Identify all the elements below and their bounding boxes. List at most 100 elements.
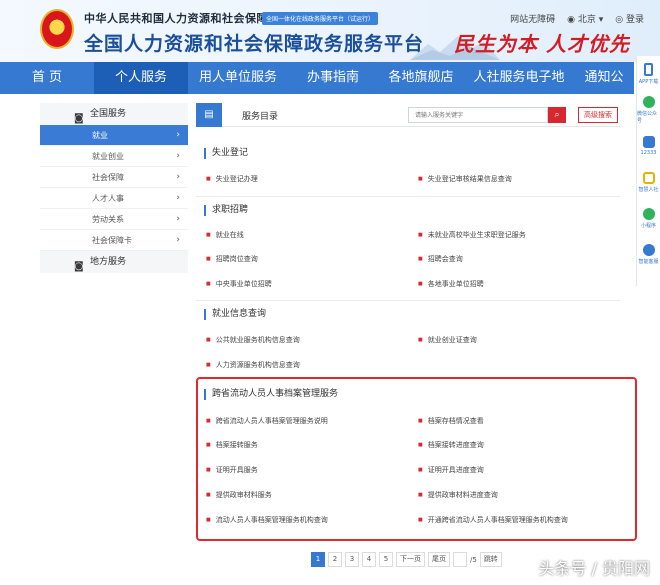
pagination: 1 2 3 4 5 下一页 尾页 /5 跳转 [311, 552, 502, 567]
service-link[interactable]: 失业登记办理 [206, 174, 258, 184]
page-button-5[interactable]: 5 [379, 552, 393, 567]
nav-guide[interactable]: 办事指南 [288, 62, 378, 94]
site-header: 中华人民共和国人力资源和社会保障部 全国一体化在线政务服务平台（试运行） 全国人… [0, 0, 660, 62]
advanced-search-button[interactable]: 高级搜索 [578, 107, 618, 123]
nav-local-stores[interactable]: 各地旗舰店 [378, 62, 464, 94]
service-link[interactable]: 提供政审材料进度查询 [418, 490, 498, 500]
service-link[interactable]: 人力资源服务机构信息查询 [206, 360, 300, 370]
search-button[interactable]: ⌕ [548, 107, 566, 123]
sidebar-item-label: 社会保障 [92, 173, 124, 182]
service-link[interactable]: 跨省流动人员人事档案管理服务说明 [206, 416, 328, 426]
main-nav: 首 页 个人服务 用人单位服务 办事指南 各地旗舰店 人社服务电子地 通知公 [0, 62, 634, 94]
section-divider [196, 196, 620, 197]
page-button-2[interactable]: 2 [328, 552, 342, 567]
service-link[interactable]: 中央事业单位招聘 [206, 279, 272, 289]
float-smart-hr[interactable]: 智慧人社 [637, 164, 660, 200]
login-label: 登录 [625, 15, 644, 25]
sidebar-item-social-security[interactable]: 社会保障 › [40, 167, 188, 188]
float-label: 微信公众号 [637, 111, 658, 124]
hotline-icon [642, 136, 655, 148]
go-button[interactable]: 跳转 [479, 552, 502, 567]
section-title-employment-info: 就业信息查询 [204, 309, 266, 320]
page-button-3[interactable]: 3 [345, 552, 359, 567]
service-link[interactable]: 失业登记审核结果信息查询 [418, 174, 512, 184]
service-link[interactable]: 证明开具进度查询 [418, 465, 484, 475]
sidebar-heading-label: 全国服务 [90, 109, 127, 119]
sidebar-item-entrepreneurship[interactable]: 就业创业 › [40, 146, 188, 167]
service-link[interactable]: 档案接转服务 [206, 440, 258, 450]
login-link[interactable]: ◎ 登录 [615, 12, 644, 25]
location-pin-icon: ◉ [567, 15, 578, 25]
service-icon: ◙ [74, 261, 84, 272]
chevron-right-icon: › [176, 151, 180, 161]
nav-e-map[interactable]: 人社服务电子地 [464, 62, 574, 94]
nav-personal-services[interactable]: 个人服务 [94, 62, 188, 94]
location-selector[interactable]: ◉ 北京 ▾ [567, 12, 603, 25]
service-link[interactable]: 各地事业单位招聘 [418, 279, 484, 289]
service-link[interactable]: 公共就业服务机构信息查询 [206, 335, 300, 345]
nav-notices[interactable]: 通知公 [574, 62, 634, 94]
sidebar-item-label: 就业创业 [92, 152, 124, 161]
right-float-bar: APP下载 微信公众号 12333 智慧人社 小程序 智能客服 [636, 56, 660, 286]
service-link[interactable]: 流动人员人事档案管理服务机构查询 [206, 515, 328, 525]
section-title-unemployment: 失业登记 [204, 148, 248, 159]
section-divider [196, 300, 620, 301]
float-app-download[interactable]: APP下载 [637, 56, 660, 92]
phone-icon [644, 63, 653, 76]
float-mini-program[interactable]: 小程序 [637, 200, 660, 236]
location-label: 北京 [577, 15, 596, 25]
float-12333[interactable]: 12333 [637, 128, 660, 164]
sidebar-item-label: 劳动关系 [92, 215, 124, 224]
service-link[interactable]: 档案接转进度查询 [418, 440, 484, 450]
chevron-right-icon: › [176, 193, 180, 203]
service-link[interactable]: 证明开具服务 [206, 465, 258, 475]
service-link[interactable]: 招聘岗位查询 [206, 254, 258, 264]
search-input[interactable] [408, 107, 548, 123]
sidebar-national-services[interactable]: ◙ 全国服务 [40, 103, 188, 125]
float-label: APP下载 [638, 79, 659, 85]
sidebar-item-talent[interactable]: 人才人事 › [40, 188, 188, 209]
accessibility-link[interactable]: 网站无障碍 [510, 12, 555, 25]
header-links: 网站无障碍 ◉ 北京 ▾ ◎ 登录 [510, 12, 644, 25]
mini-program-icon [642, 207, 655, 220]
user-icon: ◎ [615, 15, 626, 25]
left-sidebar: ◙ 全国服务 就业 › 就业创业 › 社会保障 › 人才人事 › 劳动关系 › 社会保障卡 ›… [40, 103, 188, 273]
service-link[interactable]: 档案存档情况查看 [418, 416, 484, 426]
service-link[interactable]: 就业创业证查询 [418, 335, 477, 345]
service-link[interactable]: 就业在线 [206, 230, 244, 240]
sidebar-item-label: 人才人事 [92, 194, 124, 203]
next-page-button[interactable]: 下一页 [396, 552, 425, 567]
wechat-icon [642, 96, 655, 108]
float-smart-service[interactable]: 智能客服 [637, 236, 660, 272]
sidebar-item-label: 就业 [92, 131, 108, 140]
nav-home[interactable]: 首 页 [0, 62, 94, 94]
page-number-input[interactable] [453, 552, 467, 567]
platform-title[interactable]: 全国人力资源和社会保障政务服务平台 [84, 29, 424, 56]
service-link[interactable]: 未就业高校毕业生求职登记服务 [418, 230, 526, 240]
service-link[interactable]: 招聘会查询 [418, 254, 463, 264]
service-link[interactable]: 提供政审材料服务 [206, 490, 272, 500]
national-emblem-icon [40, 9, 74, 49]
chat-icon [642, 243, 655, 256]
service-link[interactable]: 开通跨省流动人员人事档案管理服务机构查询 [418, 515, 568, 525]
page-button-4[interactable]: 4 [362, 552, 376, 567]
sidebar-item-employment[interactable]: 就业 › [40, 125, 188, 146]
watermark: 头条号 / 贵阳网 [538, 559, 650, 578]
sidebar-item-label: 社会保障卡 [92, 236, 132, 245]
sidebar-local-services[interactable]: ◙ 地方服务 [40, 251, 188, 273]
nav-employer-services[interactable]: 用人单位服务 [188, 62, 288, 94]
directory-icon: ▤ [196, 103, 222, 127]
last-page-button[interactable]: 尾页 [428, 552, 450, 567]
sidebar-item-labor-relations[interactable]: 劳动关系 › [40, 209, 188, 230]
sidebar-item-ss-card[interactable]: 社会保障卡 › [40, 230, 188, 251]
page-button-1[interactable]: 1 [311, 552, 325, 567]
section-title-archives: 跨省流动人员人事档案管理服务 [204, 389, 338, 400]
ministry-name: 中华人民共和国人力资源和社会保障部 [84, 12, 280, 25]
sidebar-heading-label: 地方服务 [90, 257, 127, 267]
float-label: 小程序 [640, 222, 656, 229]
float-wechat[interactable]: 微信公众号 [637, 92, 660, 128]
float-label: 智慧人社 [638, 186, 659, 193]
float-label: 12333 [640, 150, 657, 156]
chevron-right-icon: › [176, 214, 180, 224]
chevron-right-icon: › [176, 130, 180, 140]
